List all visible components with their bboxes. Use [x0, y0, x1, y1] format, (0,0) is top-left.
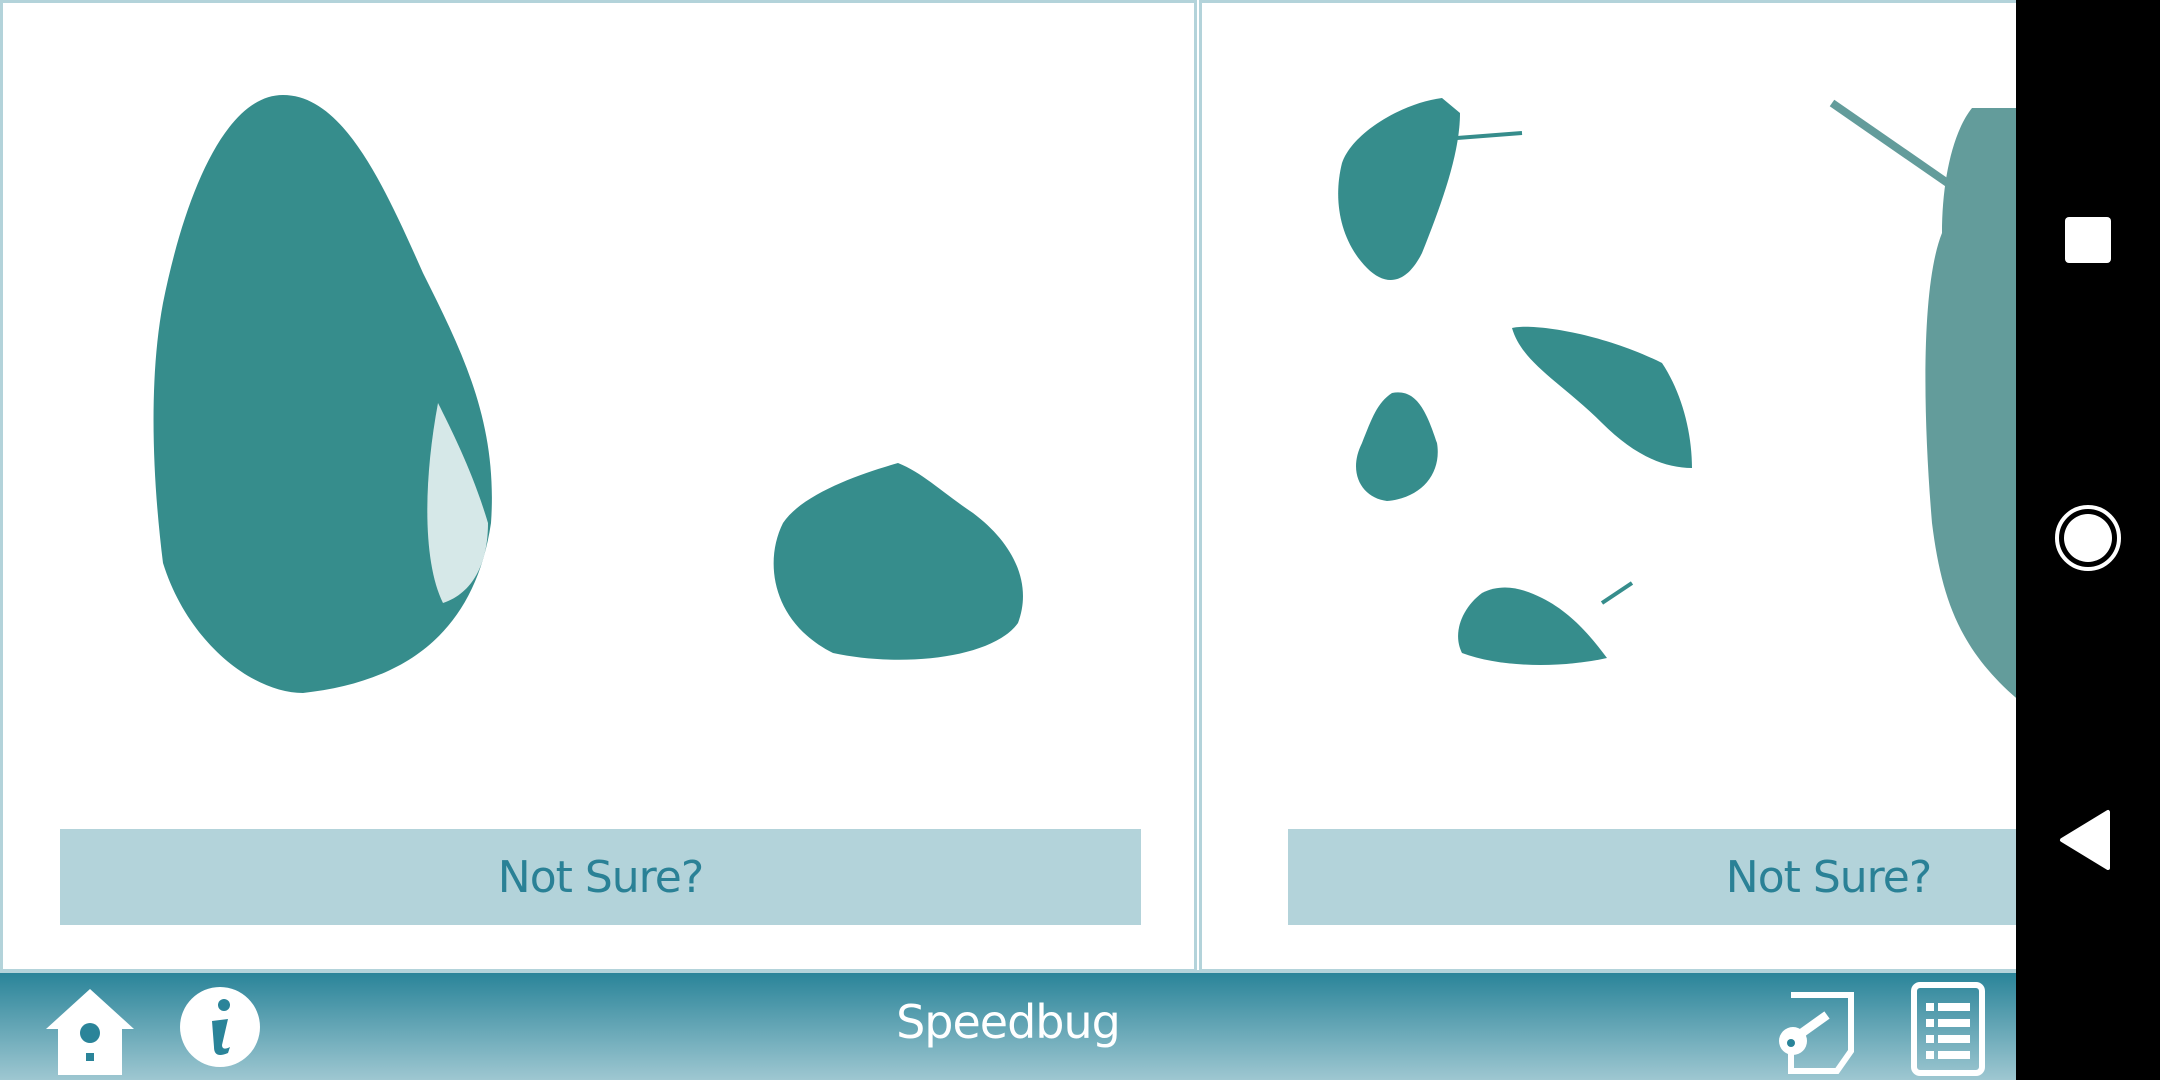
android-nav-bar — [2016, 0, 2160, 1080]
list-icon[interactable] — [1910, 981, 1986, 1077]
home-circle-icon[interactable] — [2048, 498, 2128, 578]
bug-silhouette-image — [153, 95, 1023, 693]
bottom-bar: Speedbug — [0, 970, 2016, 1080]
back-triangle-icon[interactable] — [2048, 800, 2128, 880]
silhouette-card-1[interactable]: Not Sure? — [0, 0, 1197, 972]
identification-key-icon[interactable] — [1775, 991, 1855, 1075]
not-sure-button[interactable]: Not Sure? — [60, 829, 1141, 925]
recents-square-icon[interactable] — [2048, 200, 2128, 280]
app-title: Speedbug — [896, 995, 1121, 1049]
